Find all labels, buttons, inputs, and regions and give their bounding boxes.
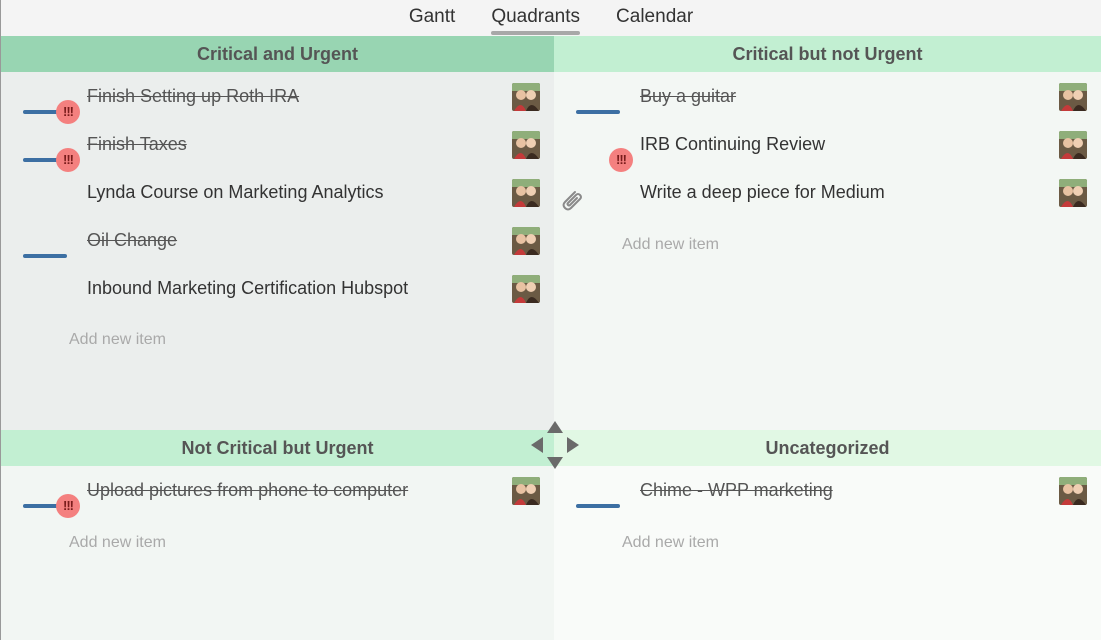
task-item[interactable]: Buy a guitar — [554, 72, 1101, 120]
task-label[interactable]: Inbound Marketing Certification Hubspot — [87, 278, 408, 299]
avatar[interactable] — [512, 83, 540, 111]
quadrant-critical-urgent: Critical and Urgent !!! Finish Setting u… — [0, 36, 554, 430]
avatar[interactable] — [1059, 83, 1087, 111]
add-new-item-input[interactable]: Add new item — [622, 236, 719, 254]
task-item[interactable]: Inbound Marketing Certification Hubspot — [1, 264, 554, 312]
add-new-item-input[interactable]: Add new item — [622, 534, 719, 552]
avatar[interactable] — [512, 179, 540, 207]
task-label[interactable]: Upload pictures from phone to computer — [87, 480, 408, 501]
task-label[interactable]: IRB Continuing Review — [640, 134, 825, 155]
quadrant-title: Not Critical but Urgent — [1, 430, 554, 466]
avatar[interactable] — [512, 275, 540, 303]
view-tabs: Gantt Quadrants Calendar — [0, 0, 1101, 36]
progress-bar — [23, 254, 67, 258]
task-item[interactable]: !!! IRB Continuing Review — [554, 120, 1101, 172]
quadrant-title: Critical and Urgent — [1, 36, 554, 72]
task-label[interactable]: Oil Change — [87, 230, 177, 251]
avatar[interactable] — [1059, 477, 1087, 505]
add-new-item-input[interactable]: Add new item — [69, 331, 166, 349]
progress-bar — [576, 504, 620, 508]
quadrant-not-critical-urgent: Not Critical but Urgent !!! Upload pictu… — [0, 430, 554, 640]
quadrant-critical-not-urgent: Critical but not Urgent Buy a guitar !!!… — [554, 36, 1101, 430]
avatar[interactable] — [1059, 179, 1087, 207]
task-item[interactable]: !!! Finish Setting up Roth IRA — [1, 72, 554, 124]
task-item[interactable]: Chime - WPP marketing — [554, 466, 1101, 514]
add-new-item-input[interactable]: Add new item — [69, 534, 166, 552]
task-label[interactable]: Finish Taxes — [87, 134, 187, 155]
task-label[interactable]: Chime - WPP marketing — [640, 480, 833, 501]
task-label[interactable]: Finish Setting up Roth IRA — [87, 86, 299, 107]
move-arrows-icon[interactable] — [530, 420, 580, 470]
task-label[interactable]: Buy a guitar — [640, 86, 736, 107]
task-item[interactable]: Lynda Course on Marketing Analytics — [1, 168, 554, 216]
priority-alert-icon: !!! — [56, 494, 80, 518]
avatar[interactable] — [512, 477, 540, 505]
task-label[interactable]: Lynda Course on Marketing Analytics — [87, 182, 384, 203]
task-item[interactable]: Write a deep piece for Medium — [554, 168, 1101, 216]
quadrant-uncategorized: Uncategorized Chime - WPP marketing Add … — [554, 430, 1101, 640]
tab-gantt[interactable]: Gantt — [409, 6, 455, 33]
tab-calendar[interactable]: Calendar — [616, 6, 693, 33]
task-item[interactable]: Oil Change — [1, 216, 554, 264]
quadrant-title: Critical but not Urgent — [554, 36, 1101, 72]
task-label[interactable]: Write a deep piece for Medium — [640, 182, 885, 203]
progress-bar — [576, 110, 620, 114]
task-item[interactable]: !!! Finish Taxes — [1, 120, 554, 172]
quadrant-title: Uncategorized — [554, 430, 1101, 466]
task-item[interactable]: !!! Upload pictures from phone to comput… — [1, 466, 554, 518]
avatar[interactable] — [1059, 131, 1087, 159]
paperclip-icon[interactable] — [557, 186, 585, 214]
tab-quadrants[interactable]: Quadrants — [491, 6, 580, 35]
avatar[interactable] — [512, 227, 540, 255]
avatar[interactable] — [512, 131, 540, 159]
